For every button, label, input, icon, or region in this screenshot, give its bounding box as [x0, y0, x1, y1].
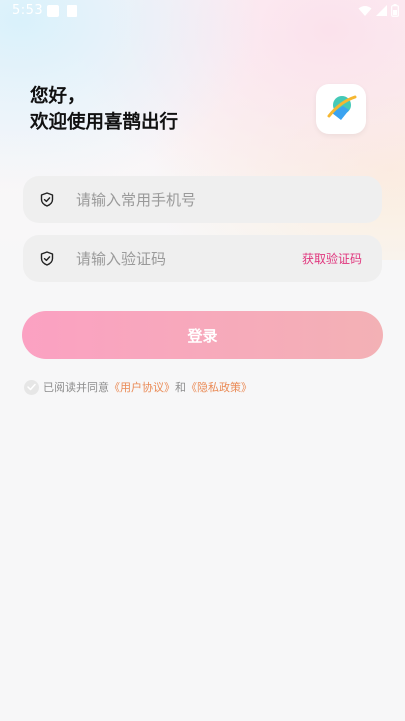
- status-time: 5:53: [12, 3, 44, 18]
- phone-field: [23, 176, 382, 223]
- signal-icon: [376, 4, 387, 16]
- phone-input[interactable]: [76, 176, 286, 223]
- wifi-icon: [358, 5, 372, 16]
- agreement-row: 已阅读并同意 《用户协议》 和 《隐私政策》: [24, 379, 252, 395]
- app-logo-icon: [327, 95, 357, 120]
- shield-check-icon: [40, 251, 54, 266]
- get-code-button[interactable]: 获取验证码: [302, 250, 362, 267]
- verification-code-input[interactable]: [76, 235, 286, 282]
- status-bar: 5:53: [0, 0, 405, 24]
- greeting: 您好， 欢迎使用喜鹊出行: [30, 84, 178, 136]
- agreement-prefix: 已阅读并同意: [43, 381, 109, 394]
- notification-icon: [67, 5, 77, 17]
- agreement-checkbox[interactable]: [24, 379, 39, 395]
- app-icon: [47, 5, 59, 17]
- user-agreement-link[interactable]: 《用户协议》: [109, 379, 175, 395]
- privacy-policy-link[interactable]: 《隐私政策》: [186, 379, 252, 395]
- status-indicators: [358, 4, 399, 17]
- app-logo: [316, 84, 366, 134]
- code-field: 获取验证码: [23, 235, 382, 282]
- check-icon: [27, 383, 36, 391]
- greeting-line-hello: 您好，: [30, 86, 86, 107]
- agreement-and: 和: [175, 381, 186, 394]
- shield-check-icon: [40, 192, 54, 207]
- login-button[interactable]: 登录: [22, 311, 383, 359]
- battery-icon: [391, 4, 399, 17]
- greeting-line-welcome: 欢迎使用喜鹊出行: [30, 112, 179, 133]
